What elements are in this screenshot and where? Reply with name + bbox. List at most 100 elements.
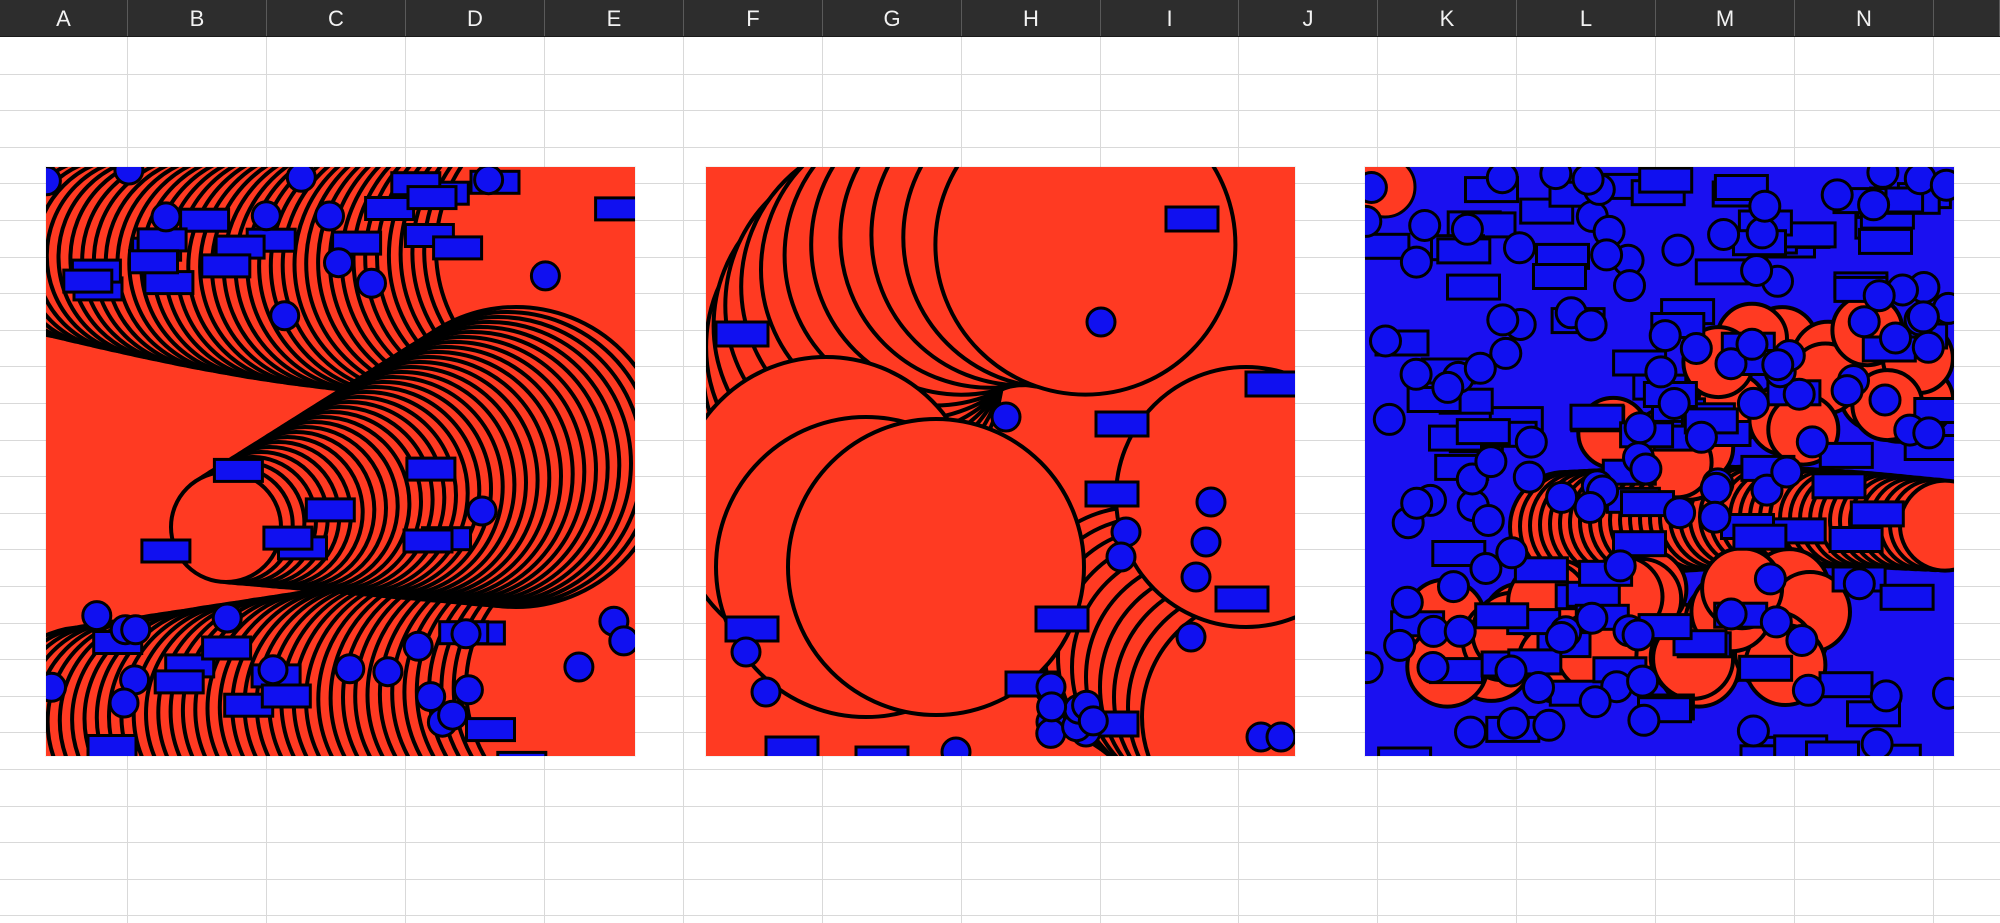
blue-marker-dot xyxy=(1522,671,1555,704)
blue-marker-dot xyxy=(1539,167,1573,191)
blue-marker-dot xyxy=(1911,330,1945,364)
blue-marker-dot xyxy=(608,625,635,657)
blue-marker-dot xyxy=(1471,504,1505,537)
blue-marker-dot xyxy=(1868,383,1902,417)
blue-marker-dot xyxy=(1860,727,1894,756)
blue-marker-dot xyxy=(1494,654,1528,688)
blue-marker-dot xyxy=(466,495,498,527)
blue-marker-rect xyxy=(1638,167,1694,194)
blue-marker-dot xyxy=(1578,685,1612,719)
blue-marker-dot xyxy=(1820,178,1854,212)
blue-marker-dot xyxy=(269,300,301,332)
column-header-f[interactable]: F xyxy=(684,0,823,36)
blue-marker-rect xyxy=(1805,740,1860,756)
blue-marker-dot xyxy=(1661,233,1695,267)
blue-marker-rect xyxy=(1034,605,1090,633)
blue-marker-dot xyxy=(1912,416,1946,450)
blue-marker-dot xyxy=(1175,621,1207,653)
column-header-d[interactable]: D xyxy=(406,0,545,36)
blue-marker-rect xyxy=(1732,523,1788,551)
blue-marker-dot xyxy=(1603,549,1637,583)
blue-marker-dot xyxy=(1443,614,1477,648)
blue-marker-dot xyxy=(1736,714,1770,748)
blue-marker-rect xyxy=(140,538,192,564)
column-header-k[interactable]: K xyxy=(1378,0,1517,36)
blue-marker-dot xyxy=(1847,305,1881,339)
blue-marker-dot xyxy=(314,200,345,232)
blue-marker-rect xyxy=(136,227,188,253)
blue-marker-dot xyxy=(323,247,354,279)
blue-marker-rect xyxy=(200,253,252,279)
blue-marker-dot xyxy=(1929,168,1954,202)
blue-marker-dot xyxy=(1866,167,1900,189)
blue-marker-dot xyxy=(1830,374,1864,408)
blue-marker-dot xyxy=(1571,167,1605,196)
blue-marker-dot xyxy=(1698,500,1732,534)
blue-marker-dot xyxy=(1399,245,1433,279)
column-header-a[interactable]: A xyxy=(0,0,128,36)
blue-marker-dot xyxy=(1613,269,1646,303)
blue-marker-dot xyxy=(1545,480,1579,514)
column-header-n[interactable]: N xyxy=(1795,0,1934,36)
blue-marker-dot xyxy=(1036,691,1068,723)
blue-marker-dot xyxy=(1785,624,1819,657)
blue-marker-dot xyxy=(1110,516,1142,548)
column-header-overflow[interactable] xyxy=(1934,0,2000,36)
column-header-g[interactable]: G xyxy=(823,0,962,36)
blue-marker-dot xyxy=(1369,324,1402,358)
picture-1[interactable] xyxy=(46,167,635,756)
blue-marker-dot xyxy=(1365,204,1383,238)
blue-marker-dot xyxy=(1545,621,1578,654)
blue-marker-dot xyxy=(356,267,387,299)
blue-marker-rect xyxy=(1446,273,1501,301)
blue-marker-dot xyxy=(1195,486,1227,518)
column-header-c[interactable]: C xyxy=(267,0,406,36)
blue-marker-dot xyxy=(1627,703,1661,737)
blue-marker-dot xyxy=(1463,351,1497,385)
blue-marker-dot xyxy=(1906,300,1940,334)
blue-marker-dot xyxy=(1879,321,1912,355)
blue-marker-dot xyxy=(1190,526,1222,558)
blue-marker-dot xyxy=(1761,348,1795,382)
picture-3[interactable] xyxy=(1365,167,1954,756)
picture-2[interactable] xyxy=(706,167,1295,756)
column-header-e[interactable]: E xyxy=(545,0,684,36)
column-header-b[interactable]: B xyxy=(128,0,267,36)
blue-marker-rect xyxy=(1818,441,1874,469)
blue-marker-rect xyxy=(201,635,253,661)
blue-marker-dot xyxy=(108,687,140,719)
blue-marker-dot xyxy=(1644,355,1678,389)
blue-marker-dot xyxy=(81,600,113,632)
column-header-h[interactable]: H xyxy=(962,0,1101,36)
blue-marker-rect xyxy=(1849,500,1905,528)
blue-marker-dot xyxy=(1736,386,1770,420)
blue-marker-dot xyxy=(1842,567,1876,601)
column-header-i[interactable]: I xyxy=(1101,0,1239,36)
column-header-bar: ABCDEFGHIJKLMN xyxy=(0,0,2000,37)
column-header-m[interactable]: M xyxy=(1656,0,1795,36)
blue-marker-dot xyxy=(1486,303,1520,337)
spreadsheet[interactable]: ABCDEFGHIJKLMN xyxy=(0,0,2000,923)
blue-marker-rect xyxy=(179,207,231,233)
blue-marker-dot xyxy=(1365,651,1384,685)
blue-marker-dot xyxy=(940,736,972,756)
grid-row-line xyxy=(0,110,2000,111)
blue-marker-dot xyxy=(402,630,434,662)
blue-marker-dot xyxy=(1077,705,1109,737)
blue-marker-dot xyxy=(285,167,317,193)
blue-marker-rect xyxy=(62,268,114,294)
blue-marker-dot xyxy=(1759,605,1793,639)
blue-marker-rect xyxy=(402,528,454,554)
blue-marker-rect xyxy=(854,745,910,756)
blue-marker-rect xyxy=(1377,746,1433,756)
blue-marker-dot xyxy=(1629,452,1663,486)
column-header-j[interactable]: J xyxy=(1239,0,1378,36)
blue-marker-dot xyxy=(1035,717,1067,749)
blue-marker-dot xyxy=(1714,597,1748,631)
blue-marker-dot xyxy=(1621,618,1655,652)
blue-marker-rect xyxy=(1474,602,1530,630)
blue-marker-dot xyxy=(1623,411,1657,445)
grid-row-line xyxy=(0,147,2000,148)
column-header-l[interactable]: L xyxy=(1517,0,1656,36)
blue-marker-rect xyxy=(1244,370,1295,398)
